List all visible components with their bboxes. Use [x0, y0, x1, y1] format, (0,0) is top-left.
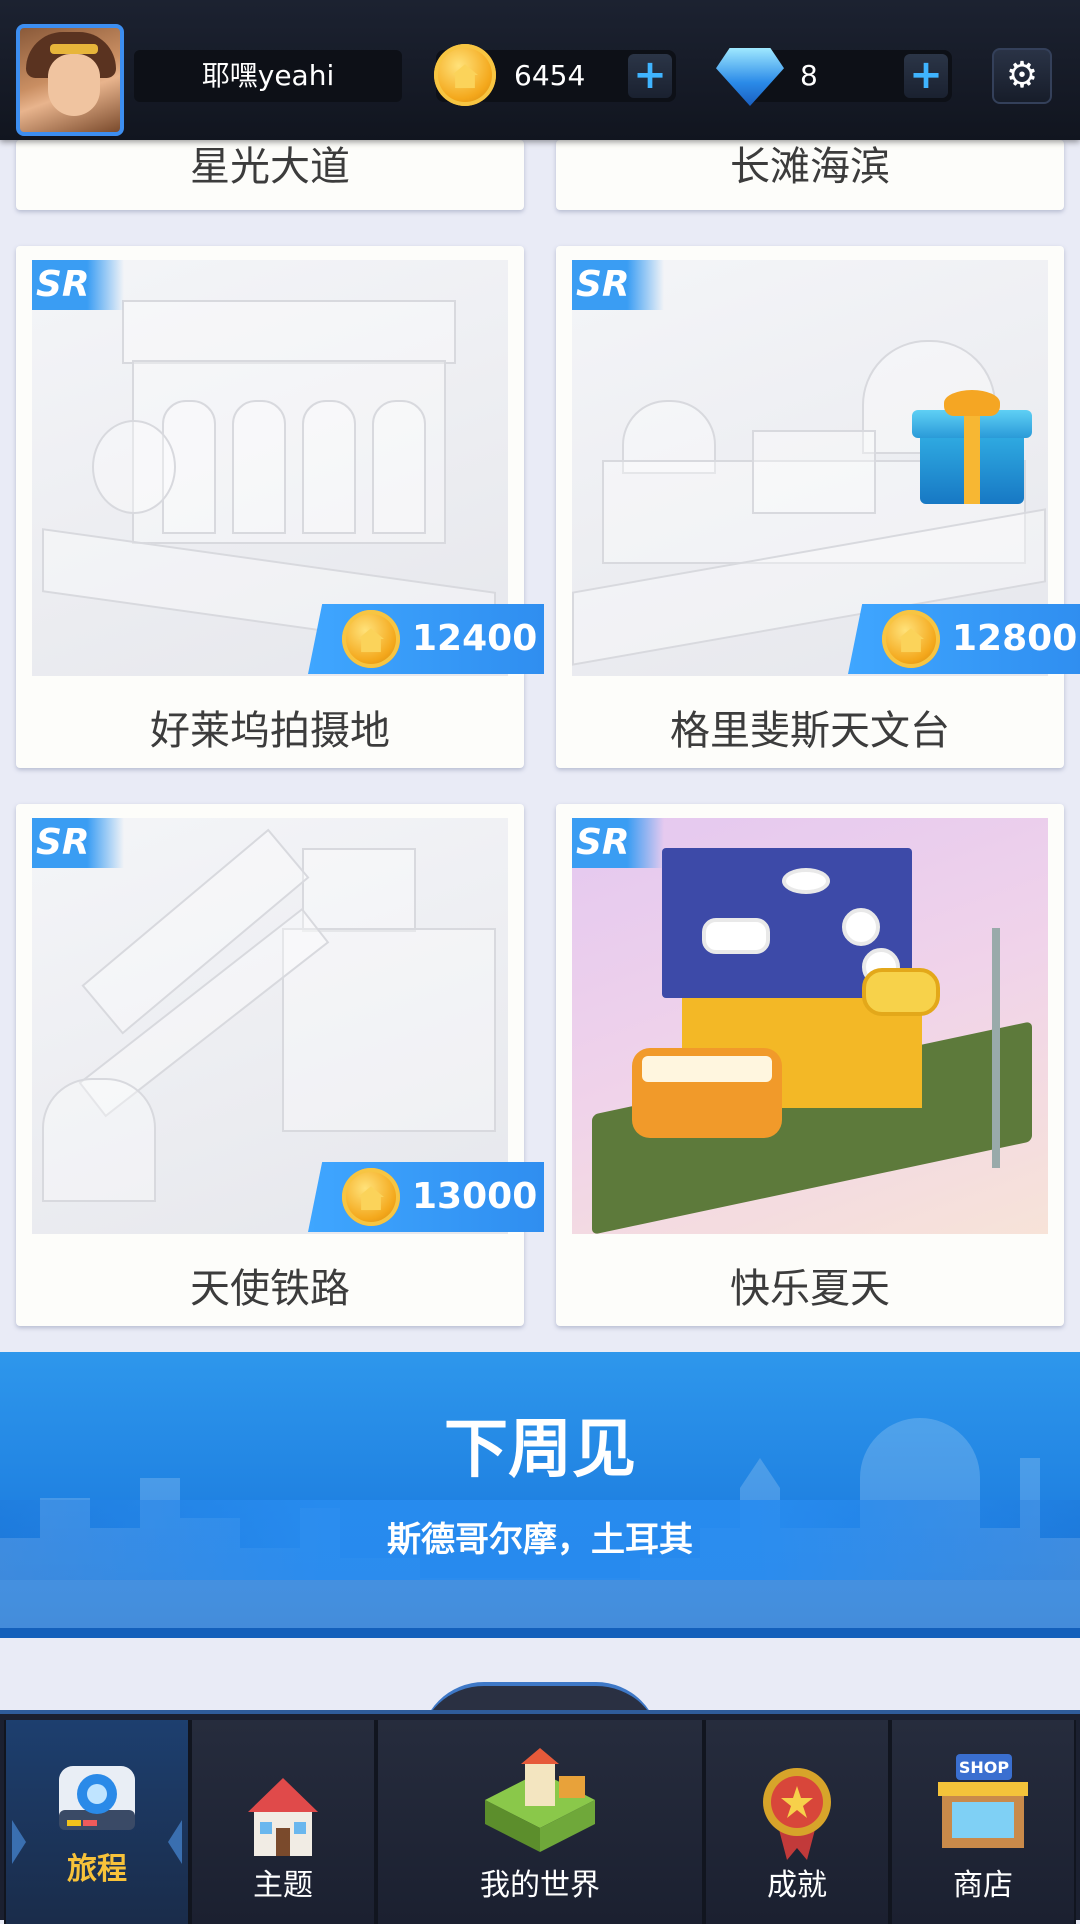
- card-title: 好莱坞拍摄地: [150, 708, 390, 754]
- gear-icon: ⚙: [1005, 55, 1039, 96]
- sr-badge: SR: [572, 260, 664, 310]
- card-happy-summer[interactable]: SR 快乐夏天: [556, 804, 1064, 1326]
- price-tag: 12400: [308, 604, 544, 674]
- tab-label: 我的世界: [480, 1868, 600, 1903]
- camera-icon: [59, 1766, 135, 1830]
- banner-title: 下周见: [444, 1413, 636, 1487]
- username: 耶嘿yeahi: [134, 50, 402, 102]
- coin-count: 6454: [514, 59, 586, 92]
- card-griffith-observatory[interactable]: SR 12800 格里斐斯天文台: [556, 246, 1080, 768]
- price-value: 12800: [952, 618, 1078, 659]
- world-icon: [485, 1748, 595, 1852]
- svg-text:SHOP: SHOP: [959, 1758, 1010, 1777]
- price-tag: 12800: [848, 604, 1080, 674]
- top-bar: 耶嘿yeahi 6454 + 8 + ⚙: [0, 0, 1080, 140]
- gift-icon[interactable]: [912, 390, 1032, 510]
- card-title: 天使铁路: [190, 1266, 350, 1312]
- card-angels-flight[interactable]: SR 13000 天使铁路: [16, 804, 544, 1326]
- sr-badge: SR: [32, 260, 124, 310]
- card-title: 快乐夏天: [730, 1266, 890, 1312]
- add-gems-button[interactable]: +: [904, 54, 948, 98]
- banner-subtitle: 斯德哥尔摩，土耳其: [387, 1520, 693, 1560]
- tab-label: 旅程: [67, 1852, 127, 1887]
- price-tag: 13000: [308, 1162, 544, 1232]
- avatar[interactable]: [16, 24, 124, 136]
- card-title: 星光大道: [190, 144, 350, 190]
- tab-achievements[interactable]: 成就: [704, 1720, 890, 1924]
- sr-badge: SR: [32, 818, 124, 868]
- gem-count: 8: [800, 59, 818, 92]
- card-hollywood[interactable]: SR 12400 好莱坞拍摄地: [16, 246, 544, 768]
- card-long-beach[interactable]: 长滩海滨: [556, 140, 1064, 210]
- tab-label: 主题: [253, 1868, 313, 1903]
- tab-label: 成就: [767, 1868, 827, 1903]
- house-icon: [248, 1778, 318, 1856]
- add-coins-button[interactable]: +: [628, 54, 672, 98]
- price-value: 12400: [412, 618, 538, 659]
- medal-icon: [763, 1768, 831, 1860]
- tab-shop[interactable]: SHOP 商店: [890, 1720, 1076, 1924]
- price-value: 13000: [412, 1176, 538, 1217]
- sr-badge: SR: [572, 818, 664, 868]
- shop-icon: SHOP: [938, 1754, 1028, 1848]
- gem-counter: 8 +: [748, 50, 952, 102]
- settings-button[interactable]: ⚙: [992, 48, 1052, 104]
- card-title: 长滩海滨: [730, 144, 890, 190]
- card-image: SR: [572, 818, 1048, 1234]
- tab-label: 商店: [953, 1868, 1013, 1903]
- coin-icon: [342, 1168, 400, 1226]
- tab-theme[interactable]: 主题: [190, 1720, 376, 1924]
- coin-icon: [434, 44, 496, 106]
- coin-icon: [882, 610, 940, 668]
- tab-journey[interactable]: 旅程: [4, 1720, 190, 1924]
- tab-my-world[interactable]: 我的世界: [376, 1720, 704, 1924]
- card-starlight-avenue[interactable]: 星光大道: [16, 140, 524, 210]
- next-week-banner: 下周见 斯德哥尔摩，土耳其: [0, 1352, 1080, 1638]
- card-title: 格里斐斯天文台: [670, 708, 950, 754]
- coin-icon: [342, 610, 400, 668]
- bottom-nav: 旅程 主题 我的世界 成就 SHOP 商店: [0, 1710, 1080, 1924]
